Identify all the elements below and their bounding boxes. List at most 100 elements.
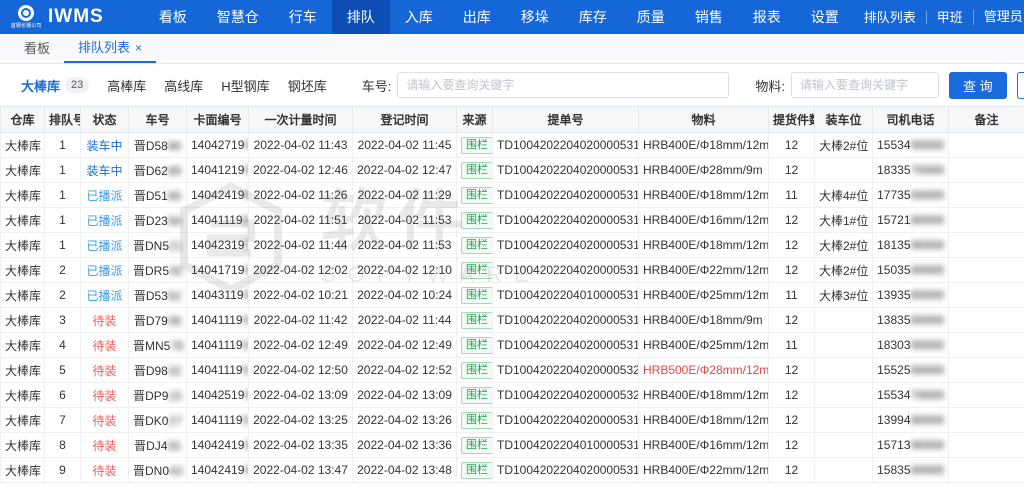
- material-filter-input[interactable]: [791, 72, 939, 98]
- table-row[interactable]: 大棒库1装车中晋D62881404121992022-04-02 12:4620…: [1, 158, 1024, 183]
- nav-item-智慧仓[interactable]: 智慧仓: [202, 0, 274, 34]
- nav-item-移垛[interactable]: 移垛: [506, 0, 564, 34]
- redacted-text: 9: [243, 313, 249, 327]
- driver-phone-cell-visible: 18303: [877, 338, 910, 352]
- nav-item-报表[interactable]: 报表: [738, 0, 796, 34]
- card-no-cell: 140424199: [187, 458, 249, 483]
- table-row[interactable]: 大棒库8待装晋DJ4551404241992022-04-02 13:35202…: [1, 433, 1024, 458]
- qty-cell: 12: [769, 433, 815, 458]
- driver-phone-cell-visible: 15525: [877, 363, 910, 377]
- weigh-time-cell: 2022-04-02 13:47: [249, 458, 353, 483]
- table-row[interactable]: 大棒库7待装晋DK0271404111992022-04-02 13:25202…: [1, 408, 1024, 433]
- company-logo-text: 首钢长钢公司: [11, 23, 42, 28]
- close-icon[interactable]: ×: [135, 42, 142, 54]
- weigh-time-cell: 2022-04-02 11:44: [249, 233, 353, 258]
- material-text: HRB400E/Φ18mm/9m: [643, 313, 763, 327]
- source-cell: 围栏: [457, 433, 493, 458]
- table-row[interactable]: 大棒库5待装晋D98321404111992022-04-02 12:50202…: [1, 358, 1024, 383]
- table-row[interactable]: 大棒库1已播派晋D23581404111992022-04-02 11:5120…: [1, 208, 1024, 233]
- warehouse-cell: 大棒库: [1, 183, 45, 208]
- order-no-cell: TD100420220402000053196: [493, 333, 639, 358]
- material-cell: HRB500E/Φ28mm/12m: [639, 358, 769, 383]
- nav-item-销售[interactable]: 销售: [680, 0, 738, 34]
- qty-cell: 12: [769, 308, 815, 333]
- redacted-text: 88888: [911, 363, 944, 377]
- source-cell: 围栏: [457, 333, 493, 358]
- source-badge: 围栏: [461, 262, 493, 279]
- status-badge: 待装: [92, 339, 116, 353]
- redacted-text: 78888: [911, 388, 944, 402]
- register-time-cell: 2022-04-02 13:36: [353, 433, 457, 458]
- queue-no-cell: 1: [45, 208, 81, 233]
- table-row[interactable]: 大棒库1已播派晋DN5211404231992022-04-02 11:4420…: [1, 233, 1024, 258]
- redacted-text: 9: [244, 163, 248, 177]
- nav-item-出库[interactable]: 出库: [448, 0, 506, 34]
- plate-cell-visible: 晋DJ4: [134, 439, 167, 453]
- table-row[interactable]: 大棒库1已播派晋D51661404241992022-04-02 11:2620…: [1, 183, 1024, 208]
- redacted-text: 58: [168, 214, 181, 228]
- qty-cell: 12: [769, 208, 815, 233]
- driver-phone-cell: 1830398888: [873, 333, 949, 358]
- status-badge: 已播派: [86, 189, 122, 203]
- register-time-cell: 2022-04-02 11:44: [353, 308, 457, 333]
- table-row[interactable]: 大棒库9待装晋DN0431404241992022-04-02 13:47202…: [1, 458, 1024, 483]
- qty-cell: 12: [769, 158, 815, 183]
- redacted-text: 88888: [911, 413, 944, 427]
- warehouse-cell: 大棒库: [1, 433, 45, 458]
- queue-no-cell: 2: [45, 283, 81, 308]
- redacted-text: 76: [170, 339, 183, 353]
- register-time-cell: 2022-04-02 11:45: [353, 133, 457, 158]
- material-text: HRB400E/Φ18mm/12m: [643, 388, 769, 402]
- plate-cell-visible: 晋D98: [134, 364, 168, 378]
- warehouse-tab-H型钢库[interactable]: H型钢库: [212, 72, 278, 99]
- redacted-text: 98888: [911, 238, 944, 252]
- table-row[interactable]: 大棒库6待装晋DP9151404251992022-04-02 13:09202…: [1, 383, 1024, 408]
- qty-cell: 11: [769, 333, 815, 358]
- material-cell: HRB400E/Φ18mm/12m: [639, 183, 769, 208]
- table-row[interactable]: 大棒库2已播派晋D53621404311992022-04-02 10:2120…: [1, 283, 1024, 308]
- warehouse-tab-高线库[interactable]: 高线库: [155, 72, 212, 99]
- topbar-user-menu[interactable]: 管理员▾: [973, 10, 1024, 25]
- search-button[interactable]: 查 询: [949, 72, 1007, 99]
- redacted-text: 08: [168, 314, 181, 328]
- refresh-button[interactable]: 刷 新: [1017, 72, 1024, 99]
- table-row[interactable]: 大棒库3待装晋D79081404111992022-04-02 11:42202…: [1, 308, 1024, 333]
- table-row[interactable]: 大棒库2已播派晋DR5301404171992022-04-02 12:0220…: [1, 258, 1024, 283]
- source-cell: 围栏: [457, 308, 493, 333]
- vehicle-filter-input[interactable]: [397, 72, 729, 98]
- warehouse-tab-钢坯库[interactable]: 钢坯库: [279, 72, 336, 99]
- nav-item-看板[interactable]: 看板: [144, 0, 202, 34]
- material-text: HRB500E/Φ28mm/12m: [643, 363, 769, 377]
- nav-item-库存[interactable]: 库存: [564, 0, 622, 34]
- warehouse-count-badge: 23: [65, 77, 89, 93]
- register-time-cell: 2022-04-02 11:29: [353, 183, 457, 208]
- nav-item-入库[interactable]: 入库: [390, 0, 448, 34]
- order-no-cell-visible: TD10042022040200005319: [497, 213, 639, 227]
- card-no-cell-visible: 14042419: [191, 188, 244, 202]
- source-cell: 围栏: [457, 283, 493, 308]
- weigh-time-cell: 2022-04-02 12:02: [249, 258, 353, 283]
- warehouse-cell: 大棒库: [1, 458, 45, 483]
- tab-看板[interactable]: 看板: [10, 34, 64, 63]
- topbar-page-link[interactable]: 排队列表: [854, 11, 926, 24]
- warehouse-tab-大棒库[interactable]: 大棒库23: [12, 72, 98, 99]
- column-header-仓库: 仓库: [1, 107, 45, 133]
- table-row[interactable]: 大棒库1装车中晋D58861404271992022-04-02 11:4320…: [1, 133, 1024, 158]
- source-cell: 围栏: [457, 408, 493, 433]
- nav-item-设置[interactable]: 设置: [796, 0, 854, 34]
- redacted-text: 9: [243, 413, 249, 427]
- material-cell: HRB400E/Φ18mm/12m: [639, 233, 769, 258]
- warehouse-tab-高棒库[interactable]: 高棒库: [98, 72, 155, 99]
- register-time-cell: 2022-04-02 13:48: [353, 458, 457, 483]
- driver-phone-cell: 1773568888: [873, 183, 949, 208]
- nav-item-行车[interactable]: 行车: [274, 0, 332, 34]
- tab-排队列表[interactable]: 排队列表×: [64, 34, 156, 63]
- topbar-shift-label[interactable]: 甲班: [926, 11, 973, 24]
- order-no-cell: TD100420220401000053171: [493, 283, 639, 308]
- plate-cell-visible: 晋D62: [134, 164, 168, 178]
- table-row[interactable]: 大棒库4待装晋MN5761404111992022-04-02 12:49202…: [1, 333, 1024, 358]
- redacted-text: 9: [244, 463, 248, 477]
- nav-item-排队[interactable]: 排队: [332, 0, 390, 34]
- nav-item-质量[interactable]: 质量: [622, 0, 680, 34]
- redacted-text: 9: [243, 213, 249, 227]
